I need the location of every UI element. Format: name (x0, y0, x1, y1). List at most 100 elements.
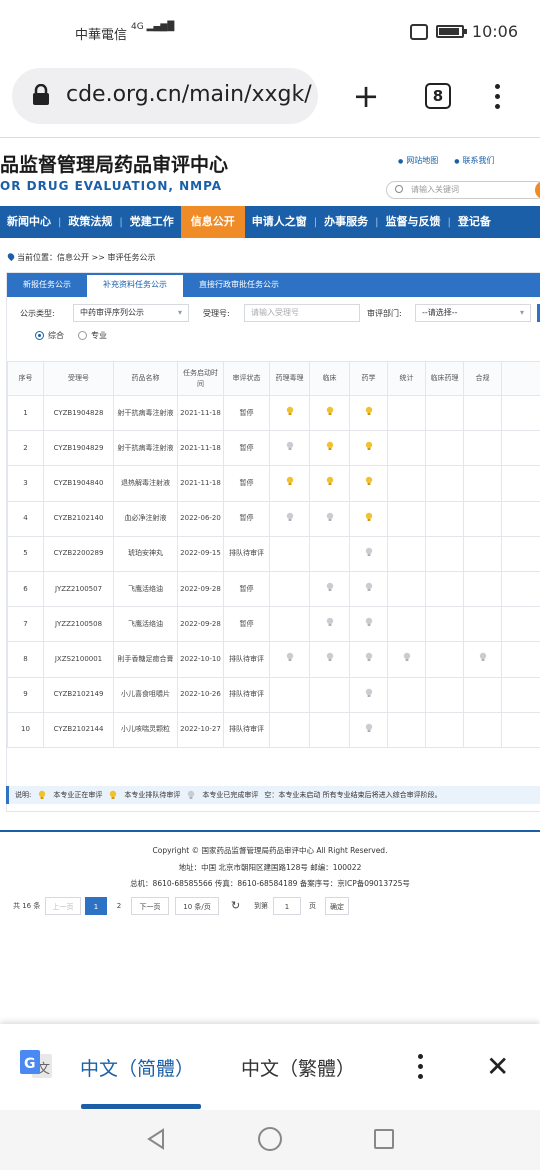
search-icon (395, 185, 403, 193)
tab-switcher-button[interactable]: 8 (424, 76, 452, 116)
contact-link[interactable]: 联系我们 (454, 155, 495, 166)
prev-page-button[interactable]: 上一页 (45, 897, 81, 915)
specialty-status-cell (309, 676, 350, 713)
lang-simplified-option[interactable]: 中文（简體） (80, 1054, 194, 1081)
review-status: 排队待审评 (223, 711, 270, 748)
page-size-select[interactable]: 10 条/页 (175, 897, 219, 915)
specialty-status-cell (309, 394, 350, 432)
specialty-status-cell (349, 500, 388, 537)
bulb-active-icon (325, 476, 335, 486)
specialty-status-cell (309, 430, 350, 467)
specialty-status-cell (349, 606, 388, 643)
review-status: 暂停 (223, 500, 270, 537)
back-icon[interactable] (145, 1128, 167, 1150)
table-row[interactable]: 6 JYZZ2100507 飞鹰活络油 2022-09-28 暂停 (7, 570, 540, 608)
start-date: 2021-11-18 (177, 465, 224, 502)
specialty-status-cell (387, 500, 426, 537)
specialty-status-cell (387, 535, 426, 572)
tab-new-tasks[interactable]: 新报任务公示 (7, 273, 87, 297)
table-row[interactable]: 7 JYZZ2100508 飞鹰活络油 2022-09-28 暂停 (7, 606, 540, 643)
site-search-input[interactable]: 请输入关键词 (386, 181, 540, 199)
nav-party[interactable]: 党建工作 (123, 206, 181, 238)
bulb-inactive-icon (402, 652, 412, 662)
table-row[interactable]: 4 CYZB2102140 血必净注射液 2022-06-20 暂停 (7, 500, 540, 537)
table-row[interactable]: 9 CYZB2102149 小儿喜食咀嚼片 2022-10-26 排队待审评 (7, 676, 540, 713)
battery-icon (435, 25, 467, 38)
specialty-status-cell (309, 465, 350, 502)
specialty-status-cell (269, 500, 310, 537)
recents-icon[interactable] (374, 1129, 394, 1149)
chevron-down-icon: ▾ (519, 308, 524, 317)
specialty-status-cell (425, 570, 464, 608)
drug-name: 血必净注射液 (113, 500, 178, 537)
table-row[interactable]: 3 CYZB1904840 退热解毒注射液 2021-11-18 暂停 (7, 465, 540, 502)
bulb-queued-icon (108, 790, 118, 800)
specialty-status-cell (269, 711, 310, 748)
type-select[interactable]: 中药审评序列公示 ▾ (73, 304, 189, 322)
specialty-status-cell (349, 711, 388, 748)
nav-feedback[interactable]: 监督与反馈 (379, 206, 448, 238)
bulb-inactive-icon (285, 512, 295, 522)
specialty-status-cell (309, 641, 350, 678)
goto-confirm-button[interactable]: 确定 (325, 897, 349, 915)
specialty-status-cell (463, 430, 502, 467)
specialty-status-cell (309, 711, 350, 748)
drug-name: 射干抗病毒注射液 (113, 394, 178, 432)
location-icon (6, 251, 16, 262)
row-number: 7 (7, 606, 44, 643)
start-date: 2021-11-18 (177, 394, 224, 432)
table-row[interactable]: 1 CYZB1904828 射干抗病毒注射液 2021-11-18 暂停 (7, 394, 540, 432)
tab-direct-approval[interactable]: 直接行政审批任务公示 (183, 273, 295, 297)
start-date: 2022-06-20 (177, 500, 224, 537)
page-2-button[interactable]: 2 (110, 897, 128, 915)
specialty-status-cell (387, 711, 426, 748)
table-row[interactable]: 5 CYZB2200289 琥珀安神丸 2022-09-15 排队待审评 (7, 535, 540, 572)
accept-number: JYZZ2100508 (43, 606, 114, 643)
table-row[interactable]: 10 CYZB2102144 小儿咳喘灵颗粒 2022-10-27 排队待审评 (7, 711, 540, 748)
specialty-status-cell (463, 535, 502, 572)
nav-applicant[interactable]: 申请人之窗 (245, 206, 314, 238)
radio-comprehensive[interactable]: 综合 (35, 330, 64, 341)
nav-info[interactable]: 信息公开 (180, 206, 245, 238)
column-header: 药品名称 (113, 361, 178, 396)
copyright: Copyright © 国家药品监督管理局药品审评中心 All Right Re… (152, 846, 388, 855)
bulb-inactive-icon (285, 652, 295, 662)
specialty-status-cell (309, 500, 350, 537)
bulb-done-icon (186, 790, 196, 800)
next-page-button[interactable]: 下一页 (131, 897, 169, 915)
review-status: 暂停 (223, 570, 270, 608)
refresh-icon[interactable]: ↻ (231, 897, 240, 915)
table-row[interactable]: 2 CYZB1904829 射干抗病毒注射液 2021-11-18 暂停 (7, 430, 540, 467)
drug-name: 飞鹰活络油 (113, 606, 178, 643)
accept-number: CYZB2102144 (43, 711, 114, 748)
dept-label: 审评部门: (367, 309, 402, 318)
accept-number-input[interactable]: 请输入受理号 (244, 304, 360, 322)
home-icon[interactable] (258, 1127, 282, 1151)
dept-select[interactable]: --请选择-- ▾ (415, 304, 531, 322)
tab-supplement-tasks[interactable]: 补充资料任务公示 (87, 273, 183, 297)
column-header: 受理号 (43, 361, 114, 396)
close-icon[interactable]: ✕ (486, 1050, 509, 1083)
page-1-button[interactable]: 1 (85, 897, 107, 915)
nav-news[interactable]: 新闻中心 (0, 206, 58, 238)
nav-services[interactable]: 办事服务 (317, 206, 375, 238)
google-translate-icon[interactable]: 文 G (18, 1048, 54, 1084)
system-nav-bar (0, 1110, 540, 1170)
review-status: 排队待审评 (223, 676, 270, 713)
url-text: cde.org.cn/main/xxgk/ (66, 82, 312, 107)
browser-menu-button[interactable] (490, 76, 504, 116)
address-bar[interactable]: cde.org.cn/main/xxgk/ (12, 68, 318, 124)
nav-register[interactable]: 登记备 (451, 206, 498, 238)
lang-traditional-option[interactable]: 中文（繁體） (241, 1054, 355, 1081)
bulb-inactive-icon (364, 688, 374, 698)
type-label: 公示类型: (20, 309, 55, 318)
translate-more-button[interactable] (414, 1054, 426, 1079)
goto-page-input[interactable]: 1 (273, 897, 301, 915)
nav-policy[interactable]: 政策法规 (61, 206, 119, 238)
bulb-active-icon (325, 441, 335, 451)
radio-professional[interactable]: 专业 (78, 330, 107, 341)
search-button[interactable] (535, 181, 540, 199)
sitemap-link[interactable]: 网站地图 (398, 155, 438, 166)
table-row[interactable]: 8 JXZS2100001 則手香糖足癒合膏 2022-10-10 排队待审评 (7, 641, 540, 678)
new-tab-button[interactable]: + (350, 76, 382, 116)
